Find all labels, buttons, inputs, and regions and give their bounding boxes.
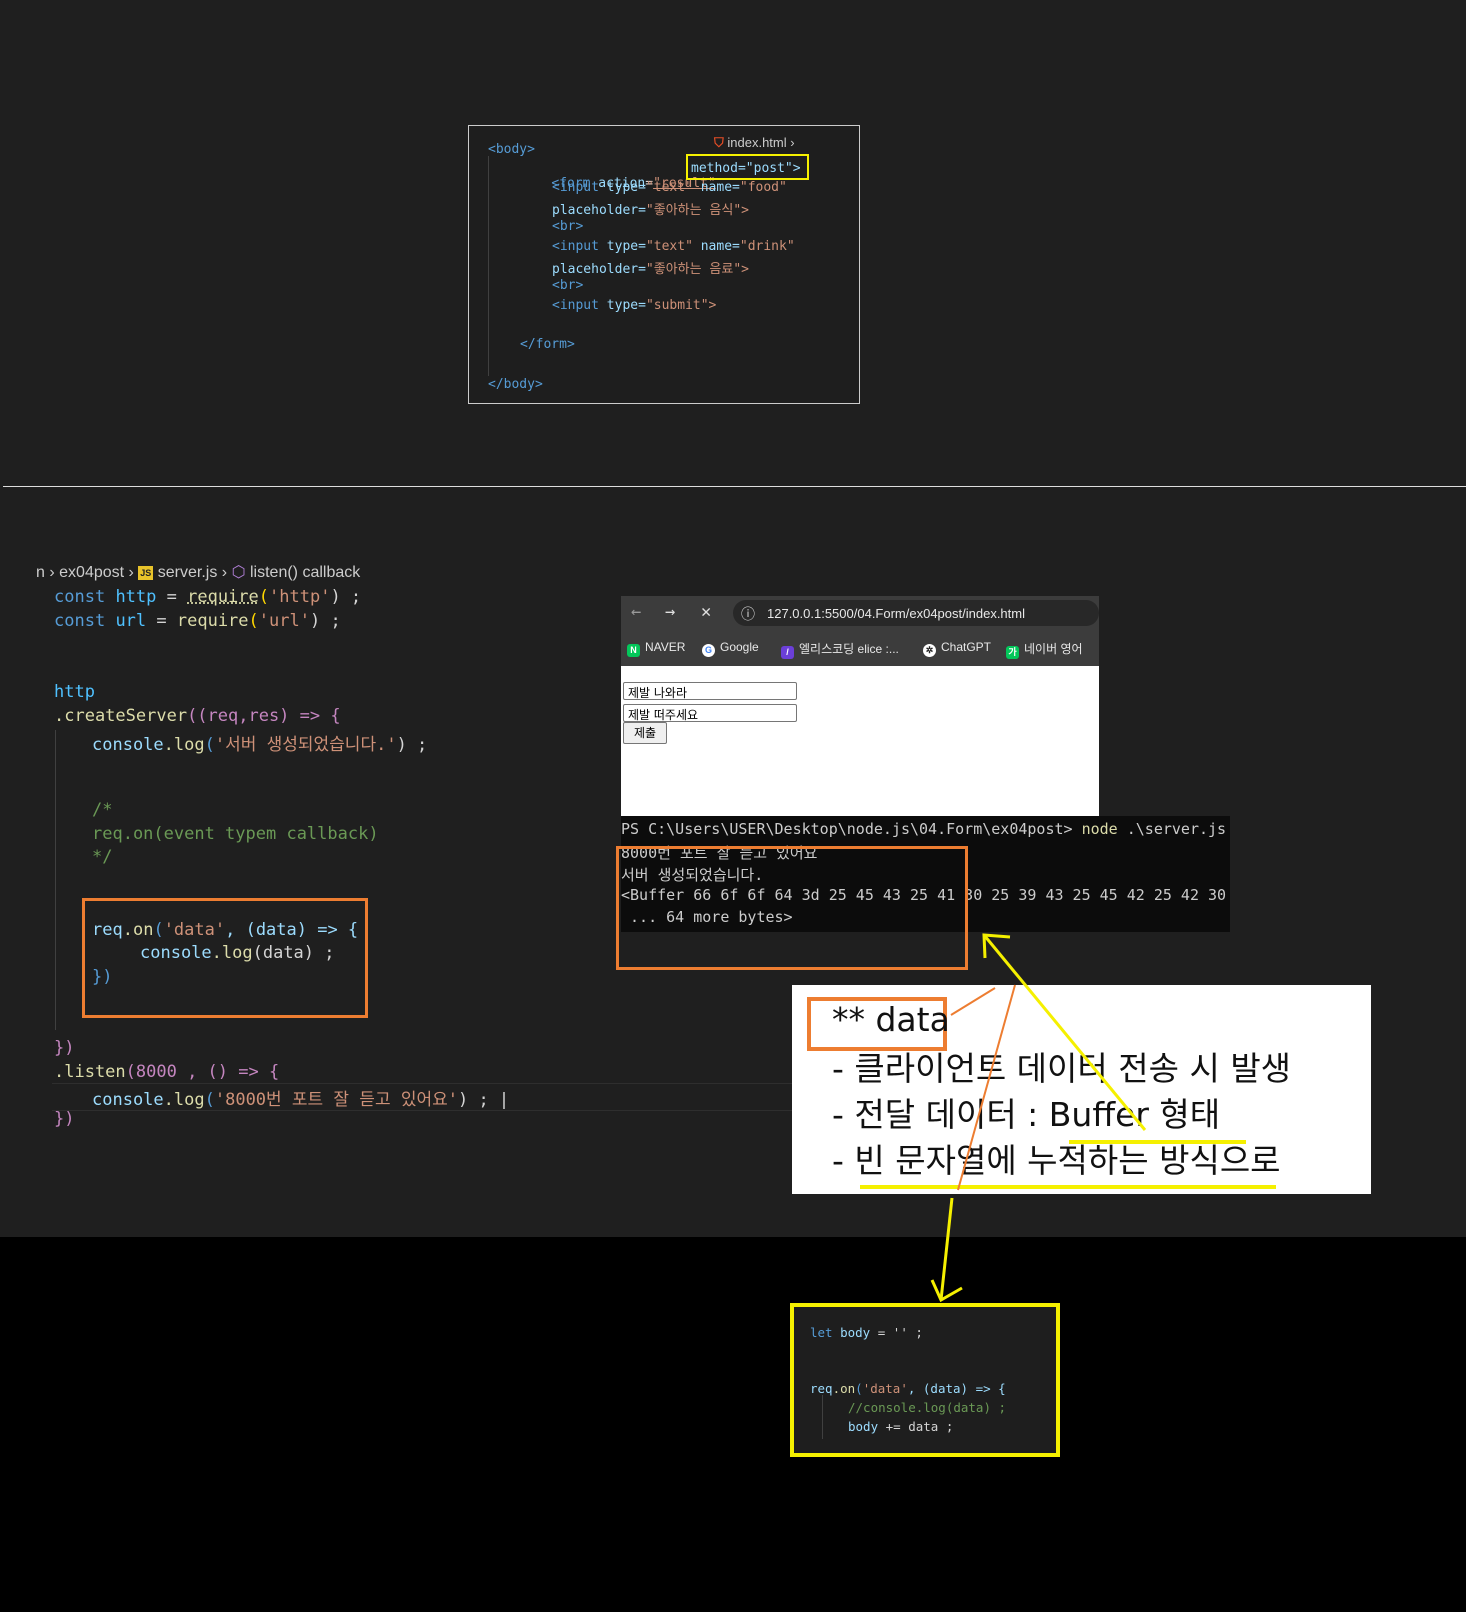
annotation-arrows (930, 933, 1147, 1303)
yellow-arrow-line (982, 934, 1147, 1131)
orange-connector-line (957, 984, 1016, 1191)
yellow-arrow-line-down (939, 1197, 954, 1301)
orange-connector-line (950, 987, 996, 1016)
yellow-arrowhead-down (930, 1279, 963, 1303)
